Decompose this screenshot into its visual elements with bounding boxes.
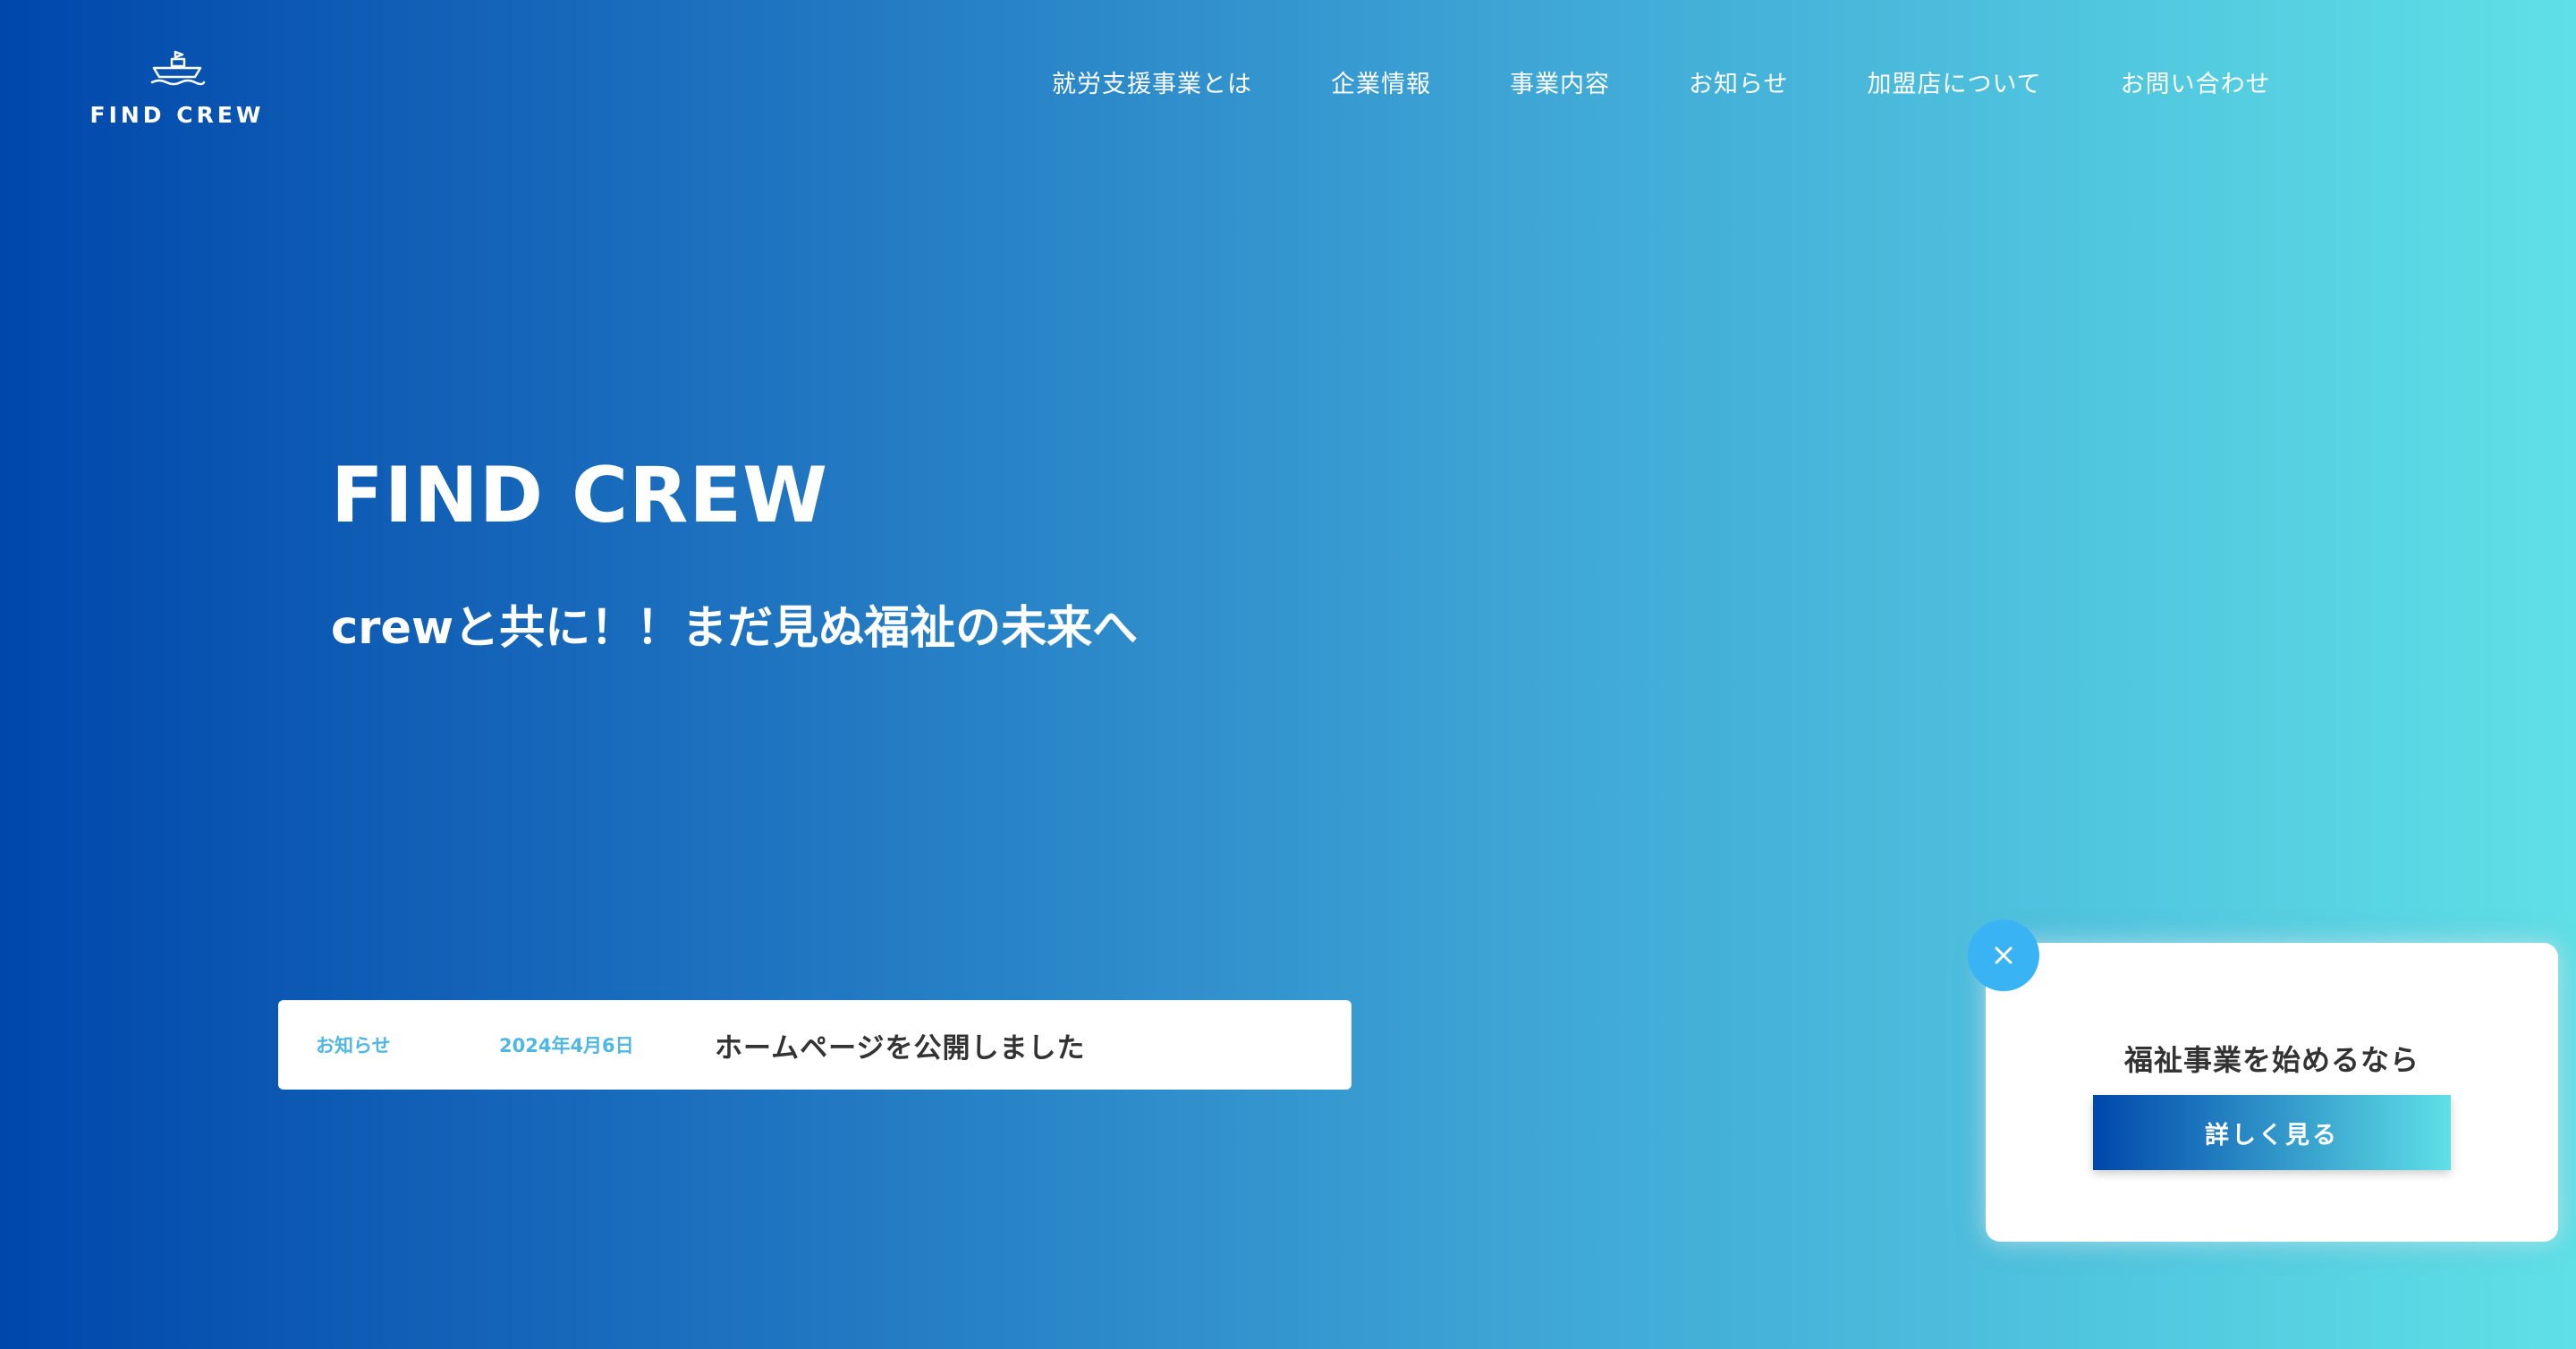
nav-item-business[interactable]: 事業内容 — [1510, 64, 1610, 99]
nav-item-news[interactable]: お知らせ — [1689, 64, 1788, 99]
popup-text: 福祉事業を始めるなら — [2123, 1043, 2419, 1077]
ship-icon — [150, 50, 206, 86]
close-icon — [1995, 946, 2012, 964]
news-bar[interactable]: お知らせ 2024年4月6日 ホームページを公開しました — [278, 1000, 1352, 1090]
nav-item-franchise[interactable]: 加盟店について — [1867, 64, 2041, 99]
nav-item-company[interactable]: 企業情報 — [1331, 64, 1431, 99]
news-date: 2024年4月6日 — [499, 1035, 634, 1056]
nav-item-contact[interactable]: お問い合わせ — [2121, 64, 2271, 99]
nav-item-about-employment-support[interactable]: 就労支援事業とは — [1052, 64, 1252, 99]
news-title-link[interactable]: ホームページを公開しました — [715, 1025, 1085, 1065]
logo-link[interactable]: FIND CREW — [90, 47, 261, 128]
page: FIND CREW 就労支援事業とは 企業情報 事業内容 お知らせ 加盟店につい… — [0, 0, 2576, 1349]
hero-title: FIND CREW — [331, 451, 828, 540]
hero-subtitle: crewと共に！！まだ見ぬ福祉の未来へ — [331, 602, 1139, 655]
main-nav: 就労支援事業とは 企業情報 事業内容 お知らせ 加盟店について お問い合わせ — [1052, 64, 2271, 99]
promo-popup: 福祉事業を始めるなら 詳しく見る — [1986, 943, 2558, 1242]
news-category: お知らせ — [316, 1035, 391, 1056]
details-button[interactable]: 詳しく見る — [2093, 1095, 2451, 1170]
popup-close-button[interactable] — [1968, 920, 2039, 991]
logo-text: FIND CREW — [89, 102, 265, 128]
